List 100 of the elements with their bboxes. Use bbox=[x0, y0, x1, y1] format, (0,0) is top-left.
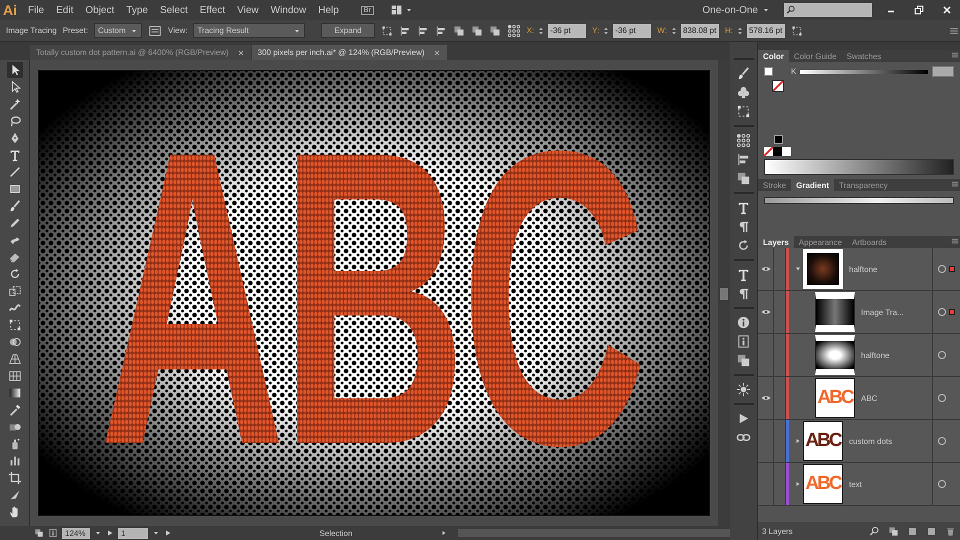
menu-item[interactable]: Edit bbox=[50, 4, 80, 16]
panel-menu-icon[interactable] bbox=[950, 50, 960, 60]
menu-item[interactable]: Window bbox=[264, 4, 312, 16]
input-field[interactable]: 578.16 pt bbox=[746, 24, 785, 38]
new-layer-icon[interactable] bbox=[926, 526, 937, 536]
align-grid-icon[interactable] bbox=[736, 133, 751, 148]
brush-icon[interactable] bbox=[736, 66, 751, 81]
distribute-icon[interactable] bbox=[452, 24, 465, 36]
restore-icon[interactable] bbox=[913, 4, 925, 16]
close-icon[interactable] bbox=[941, 4, 953, 16]
workspace-switcher[interactable]: One-on-One bbox=[696, 4, 776, 16]
view-dropdown[interactable]: Tracing Result bbox=[193, 23, 306, 38]
panel-tab[interactable]: Artboards bbox=[846, 236, 892, 248]
color-swatch[interactable] bbox=[773, 147, 782, 156]
color-spectrum[interactable] bbox=[764, 159, 954, 175]
align-icon[interactable] bbox=[416, 24, 429, 36]
search-icon[interactable] bbox=[869, 526, 880, 536]
character-icon[interactable] bbox=[736, 200, 751, 215]
character-style-icon[interactable] bbox=[736, 267, 751, 282]
panel-menu-icon[interactable] bbox=[950, 236, 960, 246]
panel-tab[interactable]: Color Guide bbox=[788, 50, 842, 62]
preset-dropdown[interactable]: Custom bbox=[94, 23, 142, 38]
gradient-bar[interactable] bbox=[764, 197, 954, 204]
none-swatch[interactable] bbox=[764, 147, 773, 156]
fill-swatch[interactable] bbox=[764, 67, 773, 76]
layer-name[interactable]: ABC bbox=[855, 394, 932, 402]
menu-item[interactable]: Help bbox=[312, 4, 345, 16]
panel-label[interactable]: Image Tracing bbox=[6, 26, 57, 35]
transform-icon[interactable] bbox=[380, 24, 393, 36]
perspective-grid-icon[interactable] bbox=[6, 351, 22, 367]
reference-point-icon[interactable] bbox=[506, 24, 521, 38]
document-tab[interactable]: Totally custom dot pattern.ai @ 6400% (RGB/Preview) bbox=[30, 45, 251, 60]
target-circle[interactable] bbox=[938, 308, 946, 316]
mesh-icon[interactable] bbox=[6, 368, 22, 384]
panel-tab[interactable]: Swatches bbox=[842, 50, 886, 62]
info-icon[interactable] bbox=[736, 315, 751, 330]
collapse-arrow-icon[interactable] bbox=[794, 265, 802, 273]
selection-indicator[interactable] bbox=[949, 266, 955, 272]
target-circle[interactable] bbox=[938, 480, 946, 488]
panel-tab[interactable]: Color bbox=[758, 50, 789, 62]
panel-tab[interactable]: Appearance bbox=[794, 236, 847, 248]
align-icon[interactable] bbox=[398, 24, 411, 36]
expand-arrow-icon[interactable] bbox=[794, 437, 802, 445]
club-icon[interactable] bbox=[736, 85, 751, 100]
target-circle[interactable] bbox=[938, 265, 946, 273]
align-icon[interactable] bbox=[736, 152, 751, 167]
bounding-box-icon[interactable] bbox=[790, 24, 803, 36]
make-clip-mask-icon[interactable] bbox=[888, 526, 899, 536]
panel-tab[interactable]: Transparency bbox=[834, 179, 893, 191]
panel-menu-icon[interactable] bbox=[950, 179, 960, 189]
share-icon[interactable] bbox=[48, 528, 58, 538]
menu-item[interactable]: Type bbox=[120, 4, 154, 16]
layer-name[interactable]: Image Tra... bbox=[855, 308, 932, 316]
scale-icon[interactable] bbox=[6, 283, 22, 299]
input-field[interactable]: -36 pt bbox=[613, 24, 652, 38]
target-circle[interactable] bbox=[938, 351, 946, 359]
layer-name[interactable]: halftone bbox=[855, 350, 932, 360]
menu-item[interactable]: Select bbox=[154, 4, 194, 16]
search-field[interactable] bbox=[784, 3, 872, 17]
menu-item[interactable]: View bbox=[231, 4, 265, 16]
none-stroke-swatch[interactable] bbox=[772, 80, 784, 92]
selection-indicator[interactable] bbox=[949, 309, 955, 315]
sun-icon[interactable] bbox=[736, 382, 751, 397]
transform-icon[interactable] bbox=[736, 104, 751, 119]
artboard-nav-icon[interactable] bbox=[34, 528, 44, 538]
distribute-icon[interactable] bbox=[470, 24, 483, 36]
document-tab[interactable]: 300 pixels per inch.ai* @ 124% (RGB/Preview) bbox=[252, 45, 447, 60]
zoom-field[interactable]: 124% bbox=[62, 528, 90, 538]
expand-button[interactable]: Expand bbox=[321, 23, 375, 38]
layout-icon[interactable] bbox=[390, 3, 404, 17]
caret-icon[interactable] bbox=[94, 529, 102, 537]
menu-item[interactable]: Object bbox=[79, 4, 120, 16]
artboard-icon[interactable] bbox=[6, 470, 22, 486]
layer-name[interactable]: text bbox=[843, 480, 932, 488]
pathfinder-icon[interactable] bbox=[736, 171, 751, 186]
close-icon[interactable] bbox=[236, 48, 245, 56]
input-field[interactable]: 838.08 pt bbox=[680, 24, 719, 38]
color-swatch[interactable] bbox=[782, 147, 791, 156]
caret-icon[interactable] bbox=[404, 6, 413, 14]
delete-icon[interactable] bbox=[945, 526, 956, 536]
target-circle[interactable] bbox=[938, 437, 946, 445]
panel-tab[interactable]: Layers bbox=[758, 236, 794, 248]
target-circle[interactable] bbox=[938, 394, 946, 402]
layer-name[interactable]: halftone bbox=[843, 264, 932, 274]
distribute-icon[interactable] bbox=[488, 24, 501, 36]
default-colors-swatch[interactable] bbox=[774, 135, 783, 144]
menu-item[interactable]: Effect bbox=[194, 4, 232, 16]
value-field[interactable] bbox=[932, 66, 954, 77]
panel-tab[interactable]: Gradient bbox=[791, 179, 834, 191]
panel-icon[interactable] bbox=[148, 24, 162, 38]
align-icon[interactable] bbox=[434, 24, 447, 36]
scrollbar-thumb[interactable] bbox=[720, 288, 728, 300]
expand-arrow-icon[interactable] bbox=[794, 480, 802, 488]
glyph-icon[interactable] bbox=[736, 238, 751, 253]
menu-item[interactable]: File bbox=[22, 4, 50, 16]
layer-name[interactable]: custom dots bbox=[843, 436, 932, 446]
panel-tab[interactable]: Stroke bbox=[758, 179, 792, 191]
input-field[interactable]: -36 pt bbox=[548, 24, 586, 38]
links-icon[interactable] bbox=[736, 353, 751, 368]
horizontal-scrollbar[interactable] bbox=[458, 529, 730, 537]
